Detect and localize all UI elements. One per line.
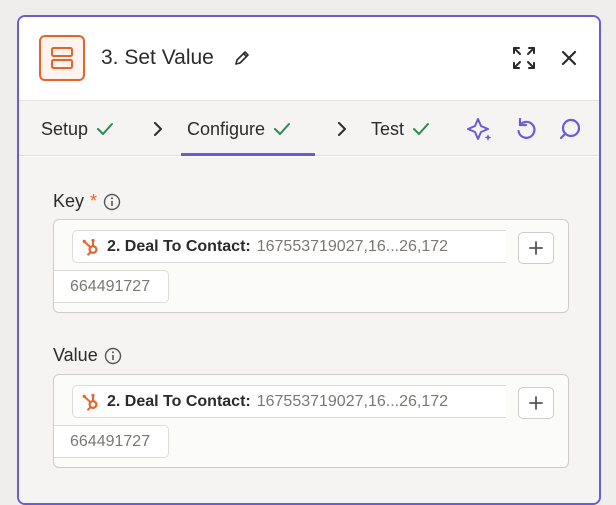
pill-value: 167553719027,16...26,172 [256, 392, 449, 410]
check-icon [97, 123, 114, 135]
info-icon[interactable] [103, 193, 121, 211]
tab-configure[interactable]: Configure [187, 101, 291, 157]
key-field-label: Key * [53, 191, 121, 212]
value-field-label: Value [53, 345, 122, 366]
close-icon[interactable] [559, 48, 579, 68]
tab-setup-label: Setup [41, 118, 89, 139]
info-icon[interactable] [104, 347, 122, 365]
tab-configure-label: Configure [187, 118, 266, 139]
tab-setup[interactable]: Setup [41, 101, 114, 157]
pill-label: 2. Deal To Contact: [107, 392, 251, 410]
pencil-icon[interactable] [233, 49, 251, 67]
sparkle-icon[interactable] [467, 116, 493, 142]
insert-data-button[interactable] [518, 387, 554, 419]
key-input-field[interactable]: 2. Deal To Contact: 167553719027,16...26… [53, 219, 569, 313]
pill-value-continued: 664491727 [70, 277, 151, 295]
step-tabs: Setup Configure Test [19, 100, 599, 156]
pill-value: 167553719027,16...26,172 [256, 237, 449, 255]
check-icon [413, 123, 430, 135]
panel-header: 3. Set Value [19, 17, 599, 99]
hubspot-icon [82, 393, 98, 411]
undo-icon[interactable] [513, 116, 539, 142]
mapped-value-pill[interactable]: 2. Deal To Contact: 167553719027,16...26… [72, 385, 506, 418]
step-title: 3. Set Value [101, 46, 214, 69]
pill-label: 2. Deal To Contact: [107, 237, 251, 255]
key-label: Key [53, 191, 85, 211]
pill-value-continued: 664491727 [70, 432, 151, 450]
step-editor-panel: 3. Set Value Setup Configure Test Key * … [17, 15, 601, 505]
mapped-value-pill-continued[interactable]: 664491727 [54, 425, 170, 458]
check-icon [274, 123, 291, 135]
required-asterisk: * [90, 191, 98, 211]
plus-icon [529, 241, 543, 255]
configure-form: Key * 2. Deal To Contact: 167553719027,1… [19, 157, 599, 503]
chevron-right-icon [154, 122, 162, 136]
hubspot-icon [82, 238, 98, 256]
value-label: Value [53, 345, 98, 365]
active-tab-indicator [181, 153, 315, 156]
tab-test[interactable]: Test [371, 101, 430, 157]
plus-icon [529, 396, 543, 410]
chevron-right-icon [338, 122, 346, 136]
expand-icon[interactable] [511, 45, 537, 71]
insert-data-button[interactable] [518, 232, 554, 264]
mapped-value-pill[interactable]: 2. Deal To Contact: 167553719027,16...26… [72, 230, 506, 263]
comment-icon[interactable] [557, 116, 583, 142]
server-icon [39, 35, 85, 81]
tab-test-label: Test [371, 118, 405, 139]
mapped-value-pill-continued[interactable]: 664491727 [54, 270, 170, 303]
value-input-field[interactable]: 2. Deal To Contact: 167553719027,16...26… [53, 374, 569, 468]
